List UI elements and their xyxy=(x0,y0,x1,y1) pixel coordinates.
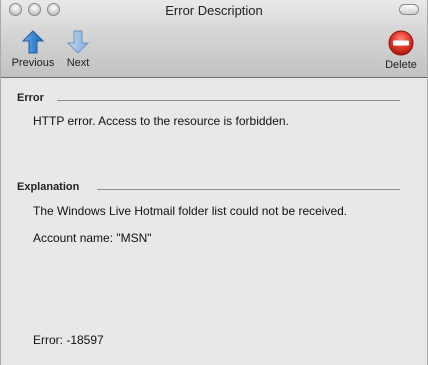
explanation-message: The Windows Live Hotmail folder list cou… xyxy=(33,204,348,218)
error-description-window: Error Description Previous Next Delete E… xyxy=(0,0,428,365)
previous-button[interactable]: Previous xyxy=(9,30,57,69)
next-button[interactable]: Next xyxy=(61,30,95,69)
error-code: Error: -18597 xyxy=(33,333,104,347)
previous-label: Previous xyxy=(11,57,55,69)
toolbar-toggle-button[interactable] xyxy=(399,4,419,15)
error-divider xyxy=(57,100,400,101)
explanation-heading: Explanation xyxy=(17,181,80,193)
next-label: Next xyxy=(66,57,90,69)
no-entry-icon xyxy=(388,30,414,56)
up-arrow-icon xyxy=(21,30,45,54)
error-message: HTTP error. Access to the resource is fo… xyxy=(33,114,289,128)
account-name: Account name: "MSN" xyxy=(33,231,152,245)
delete-label: Delete xyxy=(385,59,417,71)
window-title: Error Description xyxy=(165,3,263,18)
down-arrow-icon xyxy=(66,30,90,54)
delete-button[interactable]: Delete xyxy=(383,30,419,71)
explanation-divider xyxy=(97,189,400,190)
window-chrome: Error Description Previous Next Delete xyxy=(1,0,427,78)
error-heading: Error xyxy=(17,92,44,104)
